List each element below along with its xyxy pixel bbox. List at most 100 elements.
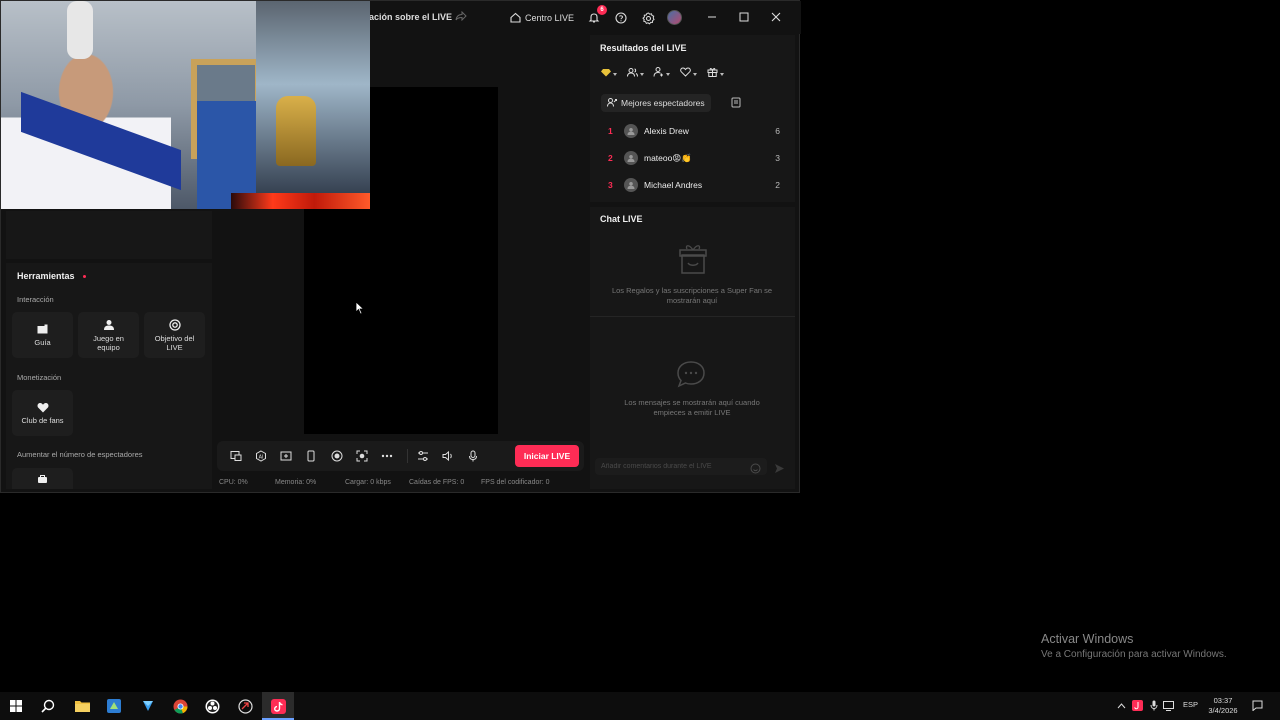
tiktok-live-studio-icon[interactable] xyxy=(270,698,286,714)
interaction-label: Interacción xyxy=(17,295,54,304)
likes-icon xyxy=(680,67,691,79)
screen-share-icon[interactable] xyxy=(229,449,243,463)
tools-title: Herramientas xyxy=(17,271,75,281)
promote-icon xyxy=(37,473,49,485)
profile-avatar[interactable] xyxy=(667,10,682,25)
send-icon[interactable] xyxy=(774,461,785,473)
emoji-icon[interactable] xyxy=(750,461,761,474)
viewer-row[interactable]: 2 mateoo😡👏 3 xyxy=(590,145,795,171)
tiktok-tray-icon[interactable] xyxy=(1132,700,1143,711)
search-icon[interactable] xyxy=(40,698,56,714)
file-explorer-icon[interactable] xyxy=(74,698,90,714)
chat-title: Chat LIVE xyxy=(600,214,643,224)
diamond-icon xyxy=(601,68,611,79)
tool-live-goal-label: Objetivo del LIVE xyxy=(154,333,195,352)
encoder-fps-stat: FPS del codificador: 0 xyxy=(481,479,550,486)
live-chat-panel: Chat LIVE Los Regalos y las suscripcione… xyxy=(590,207,795,489)
effects-icon[interactable]: AI xyxy=(254,449,268,463)
network-icon[interactable] xyxy=(1163,700,1174,711)
record-icon[interactable] xyxy=(330,449,344,463)
control-divider xyxy=(407,449,408,463)
viewer-name: Michael Andres xyxy=(644,180,703,190)
viewers-icon xyxy=(627,67,638,79)
language-indicator[interactable]: ESP xyxy=(1183,700,1198,709)
svg-text:AI: AI xyxy=(259,454,264,460)
desktop: ación sobre el LIVE Centro LIVE 6 Herram… xyxy=(0,0,1280,720)
centro-live-label: Centro LIVE xyxy=(525,13,575,23)
monetization-label: Monetización xyxy=(17,373,62,382)
more-icon[interactable] xyxy=(380,449,394,463)
mobile-icon[interactable] xyxy=(304,449,318,463)
volume-icon[interactable] xyxy=(441,449,455,463)
viewer-name: mateoo😡👏 xyxy=(644,153,692,163)
viewer-row[interactable]: 3 Michael Andres 2 xyxy=(590,172,795,198)
watermark-title: Activar Windows xyxy=(1041,632,1134,646)
viewer-count: 6 xyxy=(775,126,780,136)
chevron-down-icon xyxy=(693,69,697,78)
app-icon[interactable] xyxy=(106,698,122,714)
clock[interactable]: 03:37 3/4/2026 xyxy=(1203,696,1243,716)
report-icon[interactable] xyxy=(730,97,741,108)
notification-center-icon[interactable] xyxy=(1252,700,1263,711)
camera-settings-icon[interactable] xyxy=(355,449,369,463)
filter-diamonds[interactable] xyxy=(601,67,617,79)
tool-team-game[interactable]: Juego en equipo xyxy=(78,312,139,358)
cpu-stat: CPU: 0% xyxy=(219,479,248,486)
maximize-icon[interactable] xyxy=(729,6,759,28)
help-icon[interactable] xyxy=(613,10,629,26)
viewer-count: 3 xyxy=(775,153,780,163)
messages-empty-text: Los mensajes se mostrarán aquí cuando em… xyxy=(624,398,760,417)
centro-live-button[interactable]: Centro LIVE xyxy=(510,10,574,26)
tray-overflow-icon[interactable] xyxy=(1116,700,1127,711)
tool-team-game-label: Juego en equipo xyxy=(93,333,124,352)
top-viewers-icon xyxy=(607,97,617,109)
tool-audience[interactable] xyxy=(12,468,73,489)
chrome-icon[interactable] xyxy=(172,698,188,714)
left-panel-top xyxy=(6,211,212,259)
notification-badge: 6 xyxy=(597,5,607,15)
minimize-icon[interactable] xyxy=(697,6,727,28)
go-live-button[interactable]: Iniciar LIVE xyxy=(515,445,579,467)
guide-icon xyxy=(37,323,49,335)
share-icon[interactable] xyxy=(455,10,467,24)
gifts-empty-text: Los Regalos y las suscripciones a Super … xyxy=(611,286,773,305)
followers-icon xyxy=(653,67,664,79)
chat-divider xyxy=(590,316,795,317)
settings-icon[interactable] xyxy=(640,10,656,26)
webcam-headset xyxy=(67,1,93,59)
microphone-icon[interactable] xyxy=(466,449,480,463)
browser-icon[interactable] xyxy=(237,698,253,714)
tools-panel: Herramientas Interacción Guía Juego en e… xyxy=(6,263,212,489)
tool-guide[interactable]: Guía xyxy=(12,312,73,358)
layout-icon[interactable] xyxy=(279,449,293,463)
filter-likes[interactable] xyxy=(680,67,697,79)
audience-label: Aumentar el número de espectadores xyxy=(17,450,143,459)
tool-guide-label: Guía xyxy=(34,338,51,347)
filter-gifts[interactable] xyxy=(707,67,724,79)
window-title: ación sobre el LIVE xyxy=(369,12,453,22)
chat-bubble-icon xyxy=(672,355,712,391)
team-game-icon xyxy=(103,319,115,331)
tool-fan-club[interactable]: Club de fans xyxy=(12,390,73,436)
viewer-rank: 2 xyxy=(608,153,613,163)
gift-box-icon xyxy=(672,241,712,277)
chat-input[interactable] xyxy=(595,458,767,475)
viewer-rank: 3 xyxy=(608,180,613,190)
results-title: Resultados del LIVE xyxy=(600,43,687,53)
obs-icon[interactable] xyxy=(204,698,220,714)
filter-viewers[interactable] xyxy=(627,67,644,79)
app-icon-2[interactable] xyxy=(140,698,156,714)
webcam-feed[interactable] xyxy=(1,1,370,209)
viewer-name: Alexis Drew xyxy=(644,126,689,136)
mouse-cursor xyxy=(355,301,365,315)
windows-start-icon[interactable] xyxy=(8,698,24,714)
viewer-row[interactable]: 1 Alexis Drew 6 xyxy=(590,118,795,144)
viewer-rank: 1 xyxy=(608,126,613,136)
tool-live-goal[interactable]: Objetivo del LIVE xyxy=(144,312,205,358)
upload-stat: Cargar: 0 kbps xyxy=(345,479,391,486)
microphone-tray-icon[interactable] xyxy=(1148,700,1159,711)
filter-followers[interactable] xyxy=(653,67,670,79)
close-icon[interactable] xyxy=(761,6,791,28)
tab-top-viewers[interactable]: Mejores espectadores xyxy=(601,94,711,112)
adjust-icon[interactable] xyxy=(416,449,430,463)
